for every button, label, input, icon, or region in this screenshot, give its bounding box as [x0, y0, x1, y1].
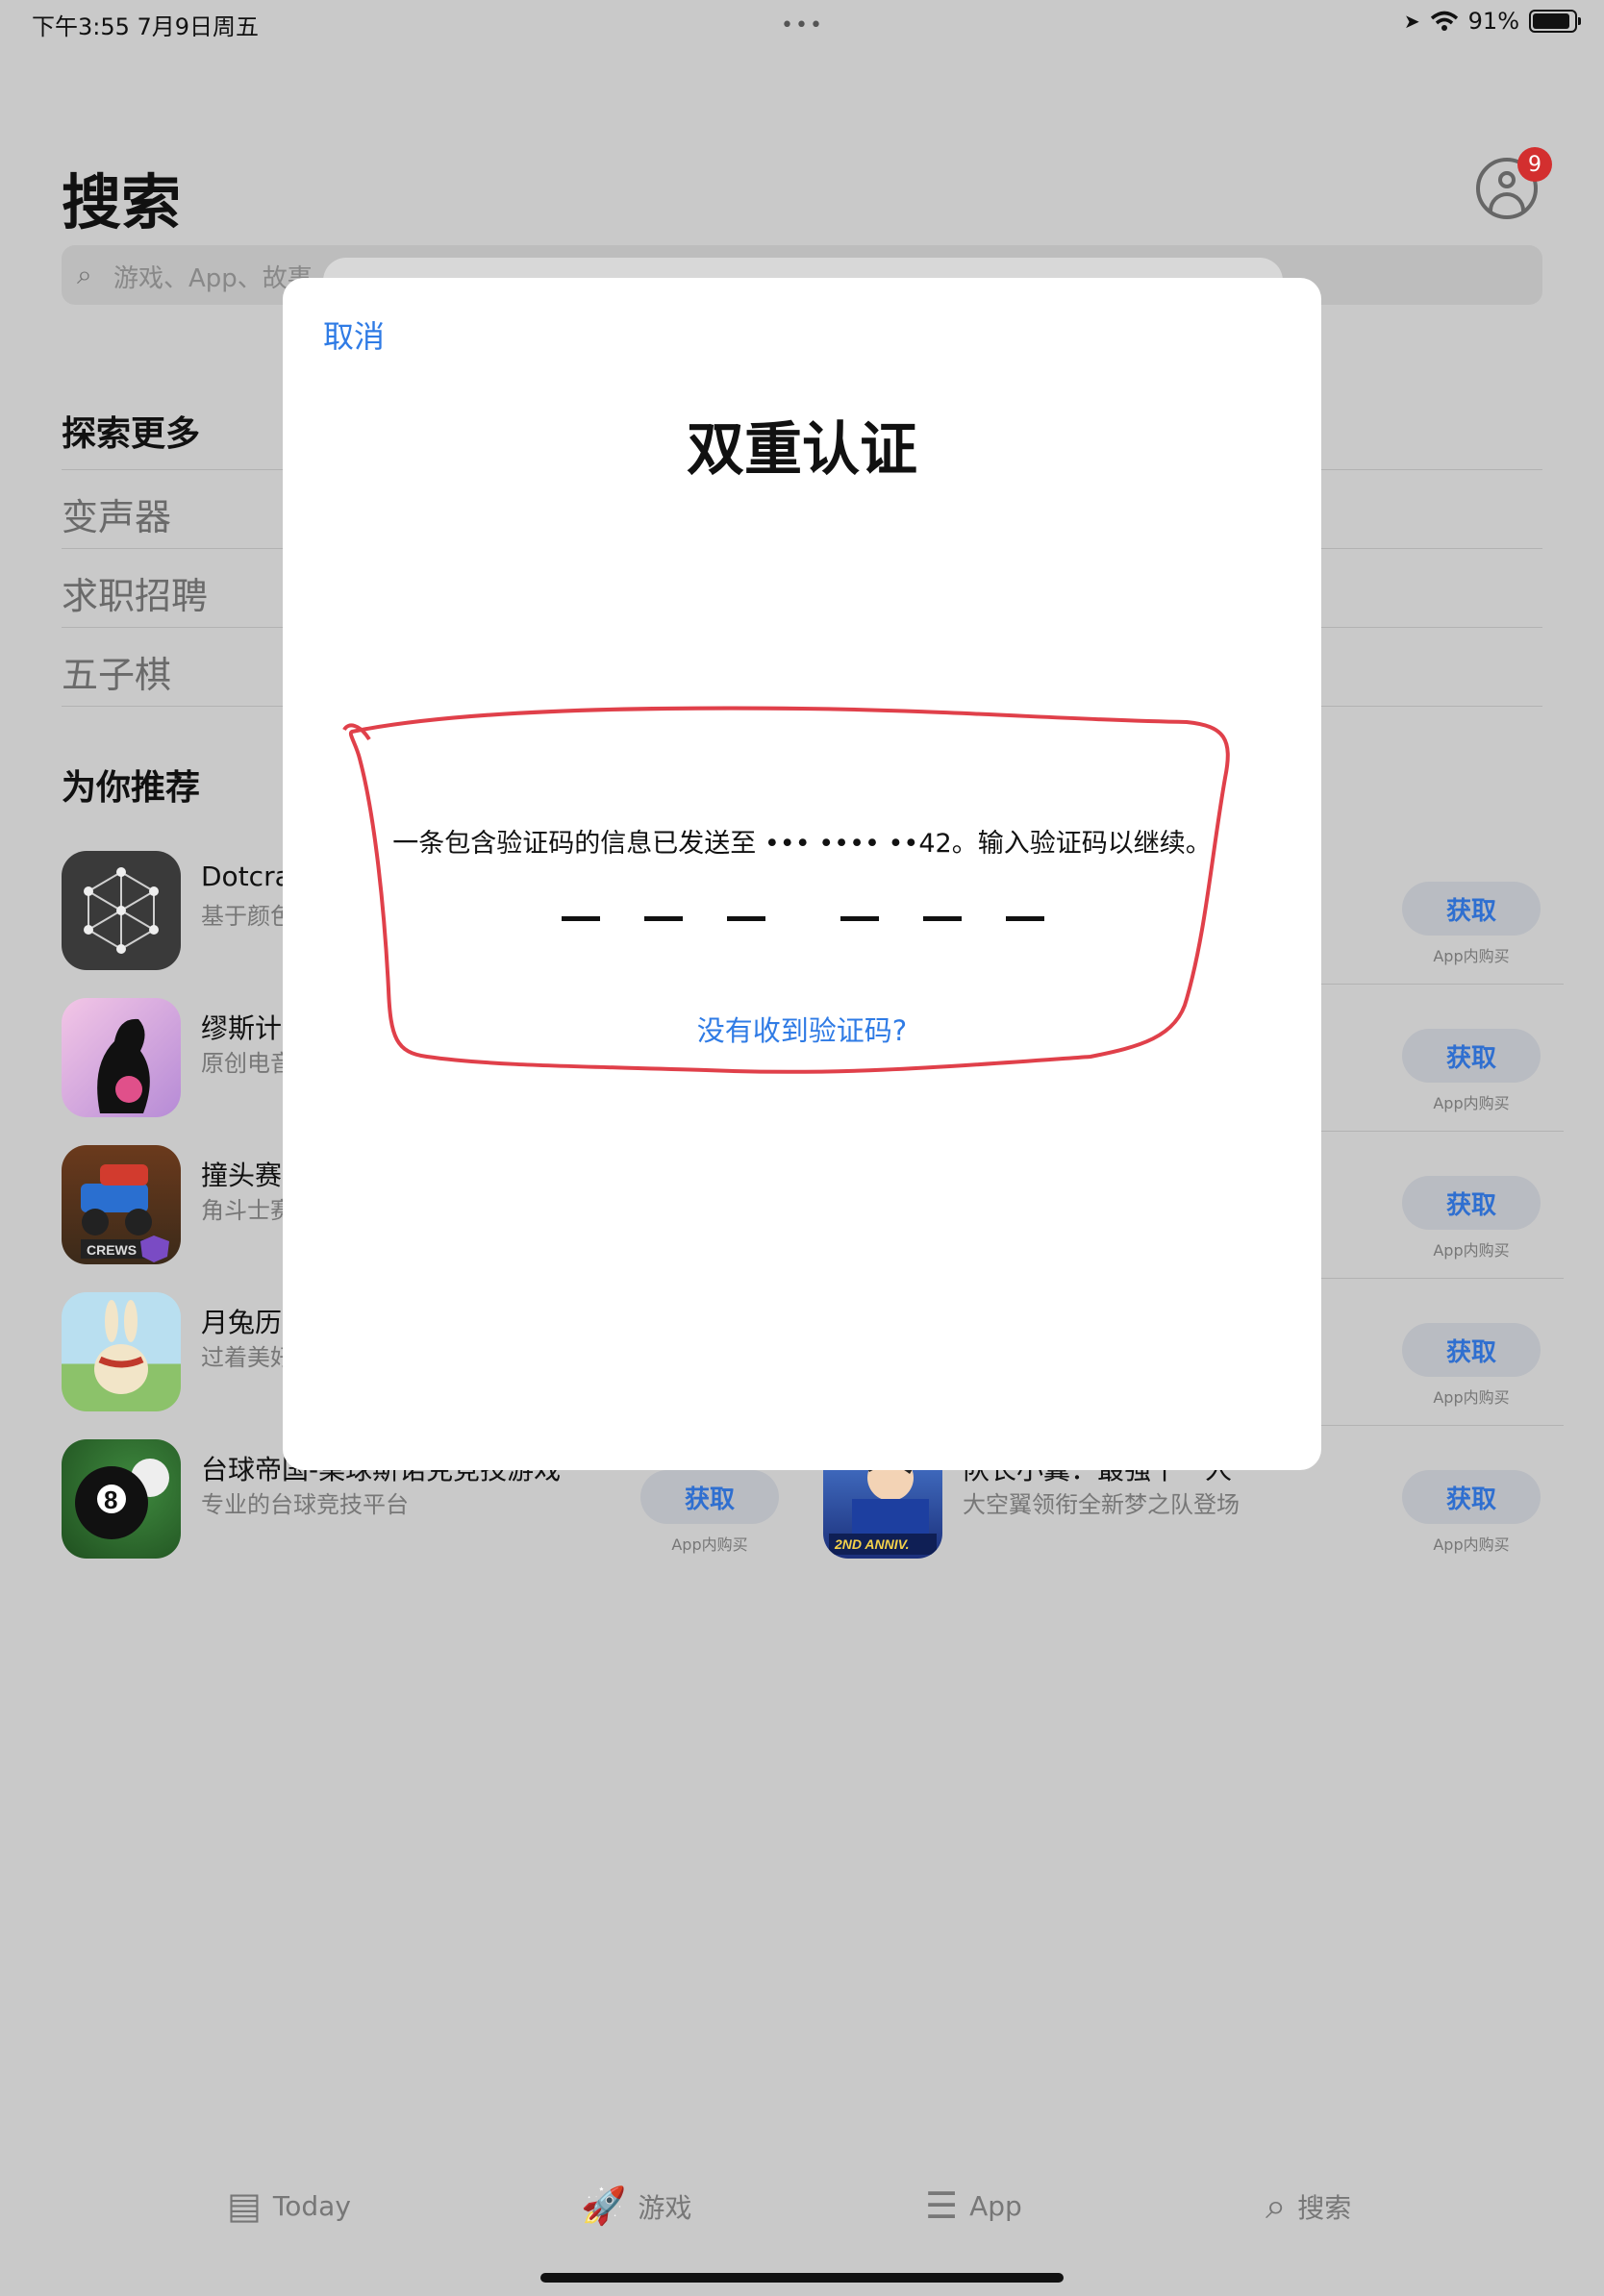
in-app-purchase-note: App内购买	[1433, 947, 1510, 965]
app-subtitle: 原创电音	[201, 1050, 293, 1077]
get-button[interactable]: 获取	[1402, 1176, 1541, 1230]
wifi-icon	[1430, 11, 1458, 31]
no-code-received-link[interactable]: 没有收到验证码?	[283, 1009, 1321, 1049]
tab-today[interactable]: ▤ Today	[227, 2184, 351, 2227]
svg-text:8: 8	[104, 1485, 117, 1514]
anniv-label: 2ND ANNIV.	[834, 1536, 910, 1552]
explore-heading: 探索更多	[62, 414, 201, 454]
tab-apps[interactable]: ☰ App	[925, 2184, 1022, 2227]
app-name: 缪斯计	[201, 1012, 283, 1044]
layers-icon: ☰	[925, 2184, 959, 2227]
home-indicator[interactable]	[540, 2273, 1064, 2283]
app-icon	[62, 998, 181, 1117]
recommend-heading: 为你推荐	[62, 768, 201, 808]
in-app-purchase-note: App内购买	[1433, 1094, 1510, 1112]
today-icon: ▤	[227, 2184, 262, 2227]
app-name: Dotcra	[201, 861, 291, 892]
status-time: 下午3:55 7月9日周五	[32, 13, 260, 40]
suggestion-label: 求职招聘	[62, 575, 209, 617]
verification-message: 一条包含验证码的信息已发送至 ••• •••• ••42。输入验证码以继续。	[392, 829, 1212, 859]
suggestion-label: 变声器	[62, 496, 172, 538]
tab-games[interactable]: 🚀 游戏	[581, 2184, 691, 2228]
search-icon: ⌕	[77, 259, 92, 290]
tab-search[interactable]: ⌕ 搜索	[1266, 2184, 1351, 2228]
rocket-icon: 🚀	[581, 2184, 627, 2227]
app-subtitle: 过着美好	[201, 1344, 293, 1371]
app-subtitle: 专业的台球竞技平台	[201, 1491, 409, 1518]
tab-label: 搜索	[1297, 2191, 1352, 2224]
notification-badge: 9	[1517, 147, 1552, 182]
app-icon	[62, 851, 181, 970]
in-app-purchase-note: App内购买	[1433, 1388, 1510, 1407]
verification-code-input[interactable]	[562, 916, 1044, 955]
app-subtitle: 大空翼领衔全新梦之队登场	[963, 1491, 1240, 1518]
get-button[interactable]: 获取	[640, 1470, 779, 1524]
app-icon: 8	[62, 1439, 181, 1559]
search-placeholder: 游戏、App、故事	[113, 264, 313, 293]
in-app-purchase-note: App内购买	[1433, 1241, 1510, 1260]
app-icon: CREWS	[62, 1145, 181, 1264]
app-subtitle: 角斗士赛	[201, 1197, 293, 1224]
battery-icon	[1529, 10, 1581, 33]
search-icon: ⌕	[1266, 2184, 1287, 2227]
in-app-purchase-note: App内购买	[1433, 1535, 1510, 1554]
cancel-button[interactable]: 取消	[323, 312, 385, 357]
tab-bar: ▤ Today 🚀 游戏 ☰ App ⌕ 搜索	[0, 2183, 1604, 2259]
in-app-purchase-note: App内购买	[671, 1535, 748, 1554]
red-annotation-scribble	[342, 706, 1230, 1074]
app-name: 月兔历	[201, 1307, 283, 1338]
two-factor-dialog: 取消 双重认证 一条包含验证码的信息已发送至 ••• •••• ••42。输入验…	[283, 278, 1321, 1470]
app-icon	[62, 1292, 181, 1411]
multitasking-dots-icon[interactable]: •••	[781, 13, 824, 37]
get-button[interactable]: 获取	[1402, 1470, 1541, 1524]
dialog-title: 双重认证	[687, 416, 917, 484]
tab-label: App	[969, 2189, 1022, 2222]
get-button[interactable]: 获取	[1402, 1029, 1541, 1083]
location-icon: ➤	[1403, 10, 1420, 33]
tab-label: Today	[272, 2189, 351, 2222]
get-button[interactable]: 获取	[1402, 882, 1541, 936]
page-title: 搜索	[62, 167, 182, 237]
crews-label: CREWS	[87, 1242, 137, 1258]
battery-percent: 91%	[1467, 8, 1519, 35]
get-button[interactable]: 获取	[1402, 1323, 1541, 1377]
suggestion-label: 五子棋	[62, 654, 172, 696]
status-bar: 下午3:55 7月9日周五 ••• ➤ 91%	[0, 0, 1604, 48]
tab-label: 游戏	[638, 2191, 692, 2224]
app-name: 撞头赛	[201, 1160, 283, 1191]
